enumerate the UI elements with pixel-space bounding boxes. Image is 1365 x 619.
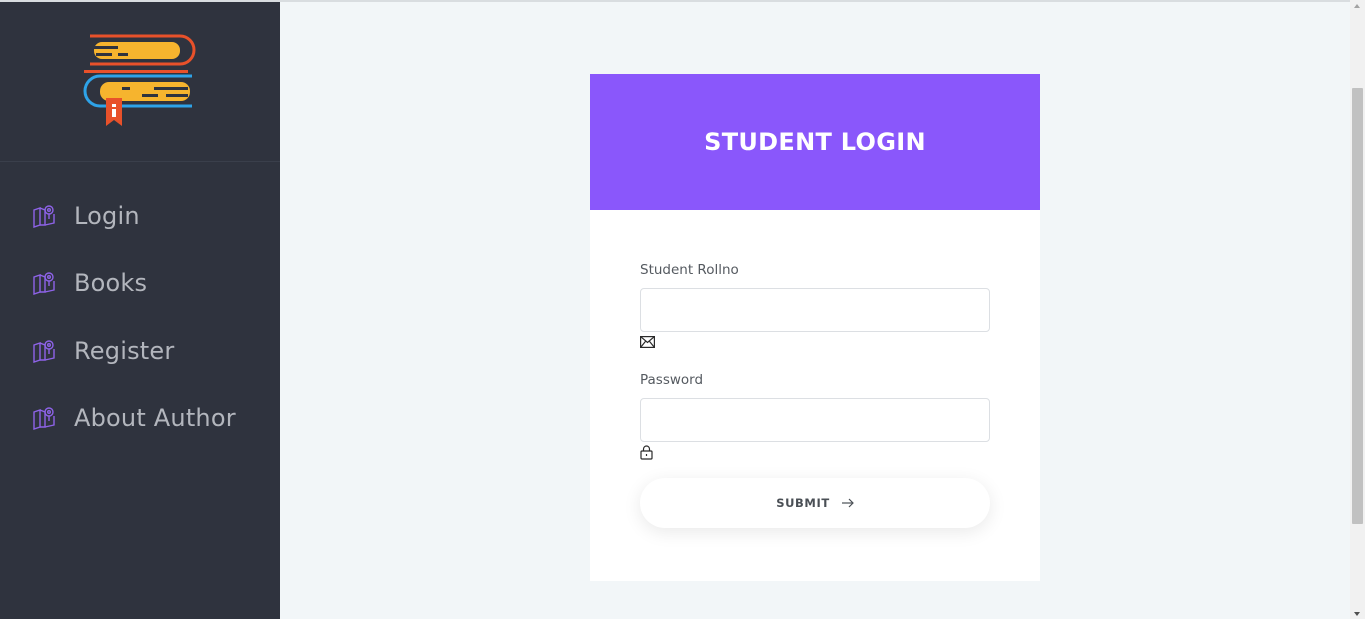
map-pin-icon <box>32 204 56 228</box>
password-input[interactable] <box>640 398 990 442</box>
login-card-header: STUDENT LOGIN <box>590 74 1040 210</box>
sidebar-item-register[interactable]: Register <box>0 317 280 385</box>
vertical-scrollbar[interactable] <box>1350 0 1365 619</box>
password-label: Password <box>640 372 704 388</box>
login-form: Student Rollno Password SUBMIT <box>590 210 1040 528</box>
logo-area <box>0 2 280 162</box>
sidebar-item-login[interactable]: Login <box>0 182 280 250</box>
map-pin-icon <box>32 339 56 363</box>
submit-button[interactable]: SUBMIT <box>640 478 990 528</box>
sidebar-nav: Login Books Register About Author <box>0 162 280 452</box>
sidebar-item-label: Books <box>74 269 148 298</box>
login-card: STUDENT LOGIN Student Rollno Password SU… <box>590 74 1040 581</box>
books-logo-icon <box>83 34 196 126</box>
main-content: STUDENT LOGIN Student Rollno Password SU… <box>280 2 1350 619</box>
submit-label: SUBMIT <box>776 496 830 510</box>
rollno-label: Student Rollno <box>640 262 739 278</box>
sidebar-item-about-author[interactable]: About Author <box>0 385 280 453</box>
envelope-icon <box>640 335 990 349</box>
sidebar-item-label: Register <box>74 336 175 365</box>
sidebar-item-label: About Author <box>74 404 236 433</box>
login-title: STUDENT LOGIN <box>704 128 926 156</box>
lock-icon <box>640 445 990 460</box>
sidebar: Login Books Register About Author <box>0 2 280 619</box>
scroll-down-arrow-icon[interactable] <box>1354 612 1360 616</box>
arrow-right-icon <box>841 498 854 508</box>
scrollbar-thumb[interactable] <box>1352 88 1363 524</box>
rollno-input[interactable] <box>640 288 990 332</box>
sidebar-item-label: Login <box>74 201 140 230</box>
sidebar-item-books[interactable]: Books <box>0 250 280 318</box>
scroll-up-arrow-icon[interactable] <box>1354 4 1360 8</box>
map-pin-icon <box>32 406 56 431</box>
map-pin-icon <box>32 271 56 296</box>
